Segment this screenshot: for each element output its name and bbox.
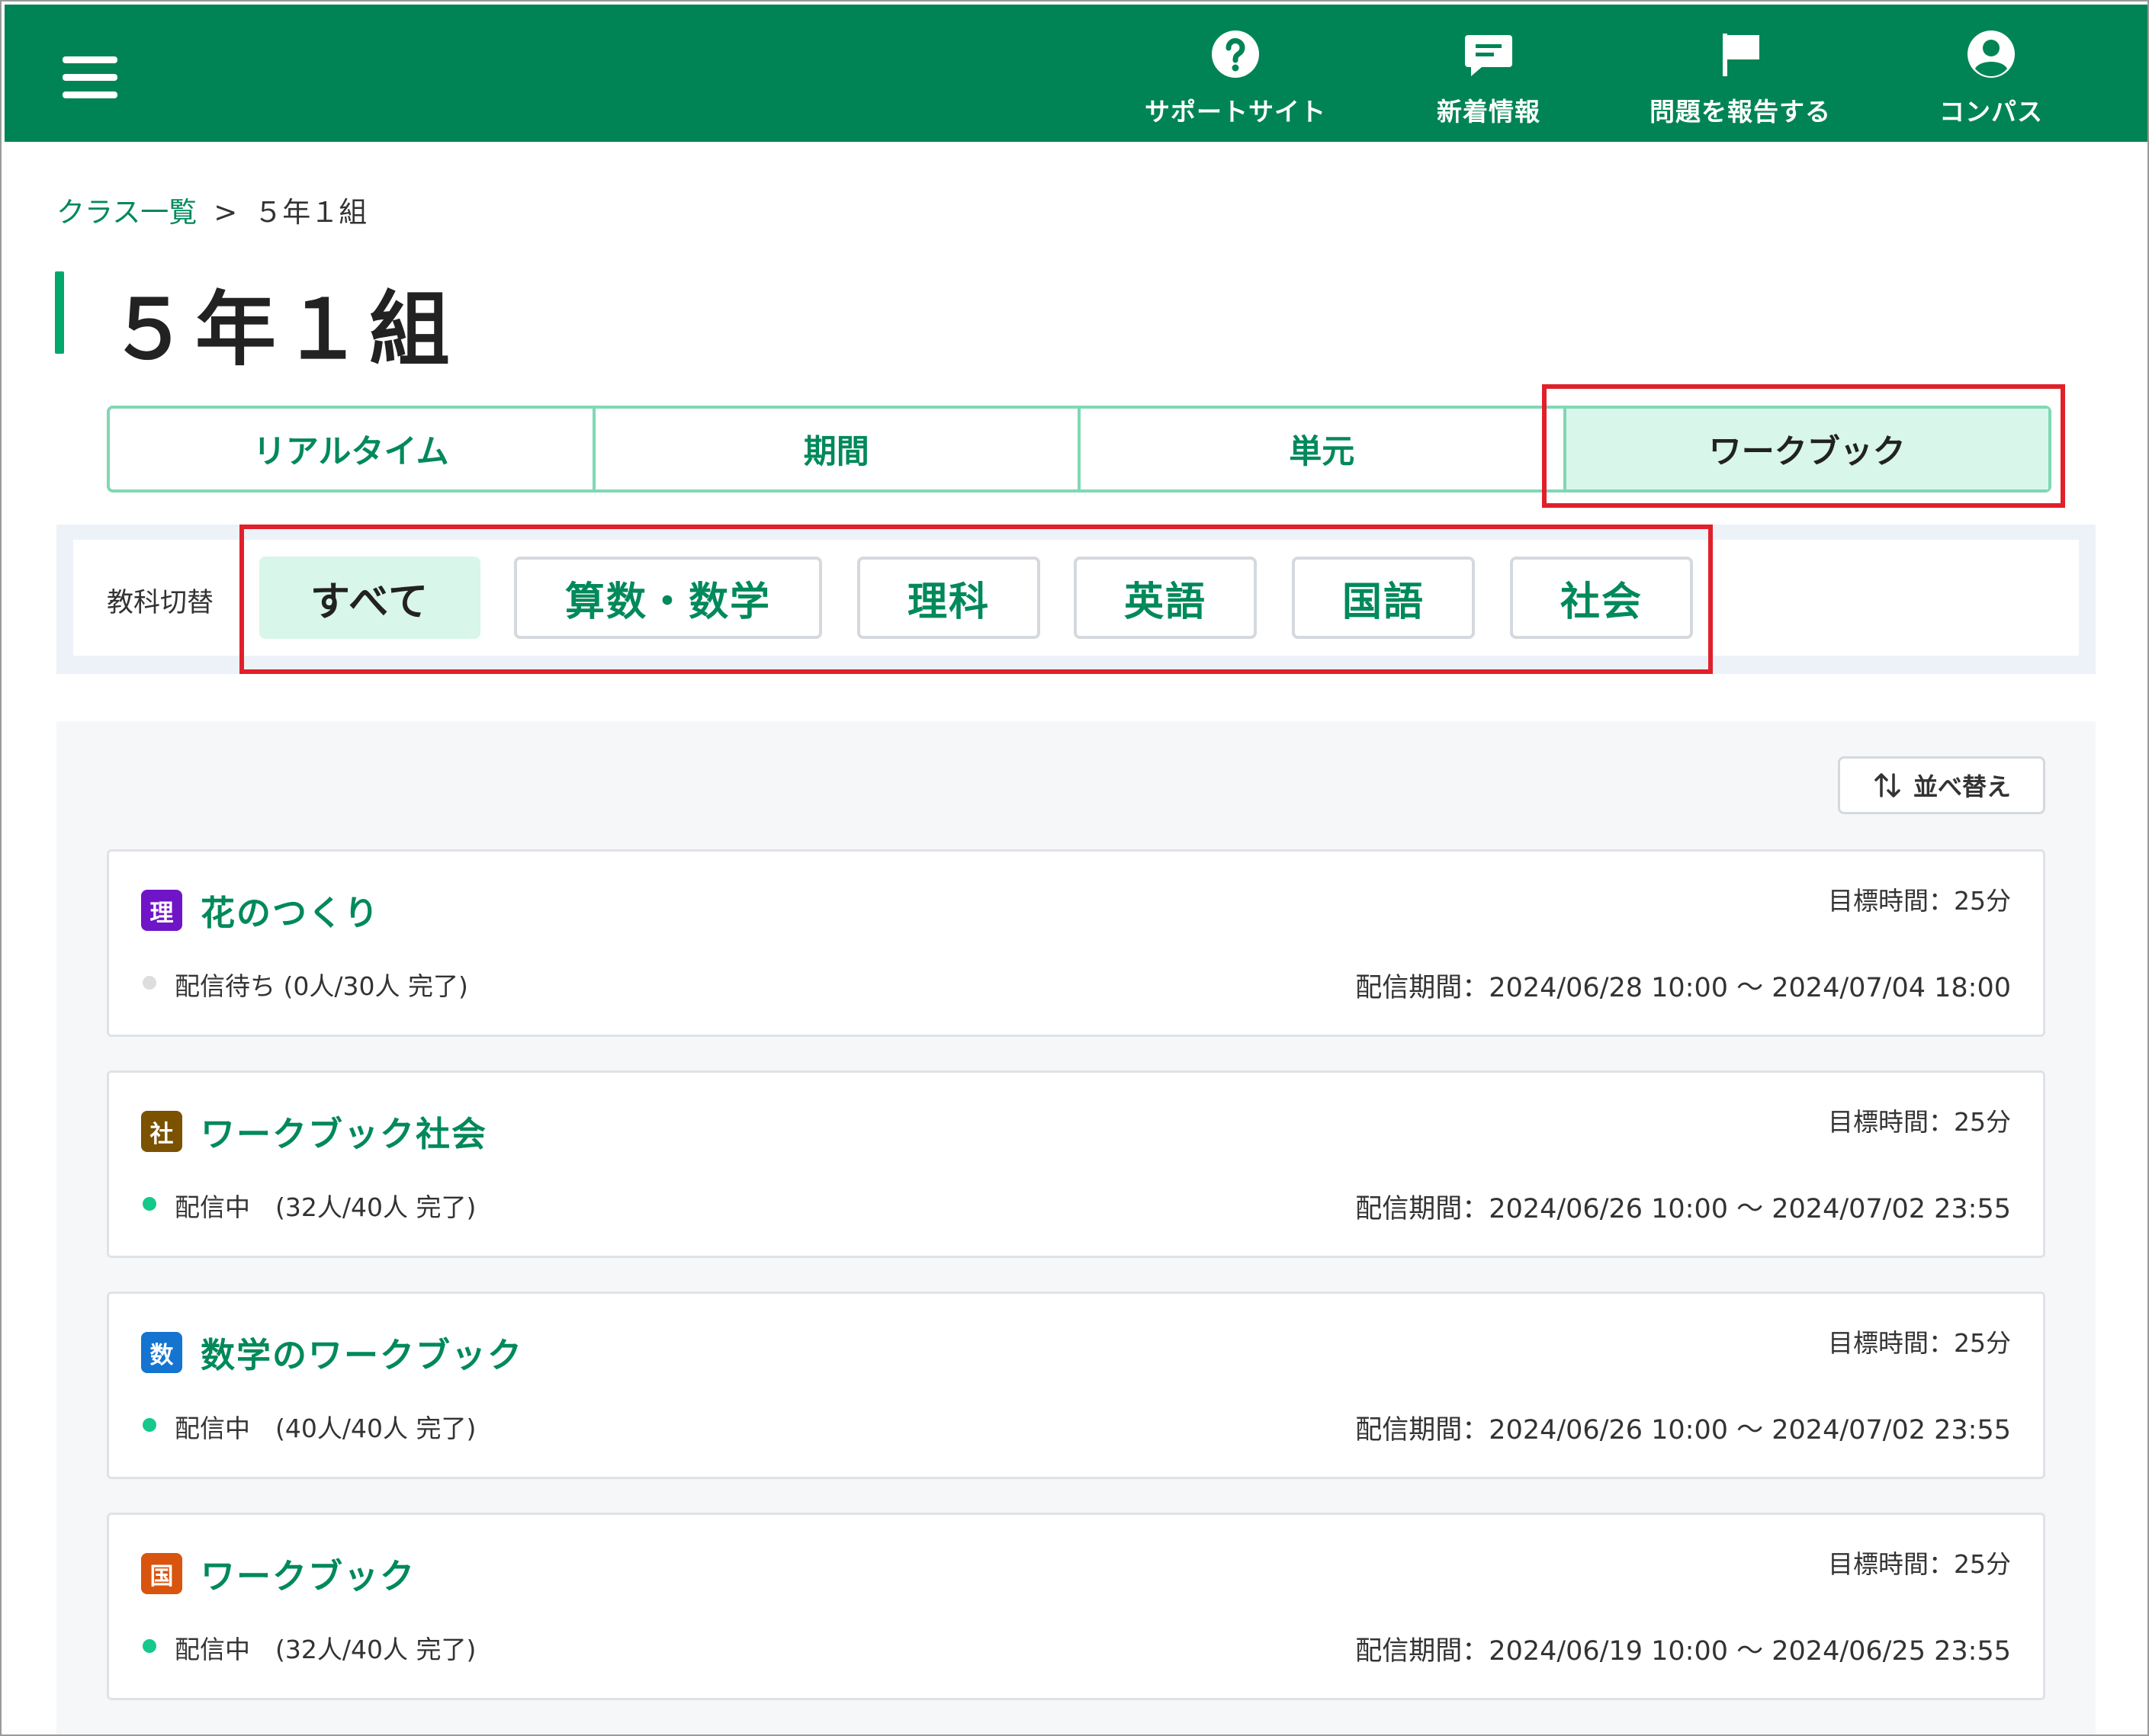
breadcrumb-separator: > [214, 196, 238, 229]
subject-chip-english[interactable]: 英語 [1074, 557, 1257, 639]
delivery-period: 配信期間：2024/06/26 10:00 〜 2024/07/02 23:55 [1355, 1415, 2011, 1446]
workbook-title[interactable]: ワークブック [201, 1548, 416, 1598]
subject-chip-science[interactable]: 理科 [857, 557, 1040, 639]
nav-support-site[interactable]: サポートサイト [1144, 27, 1327, 134]
nav-compass[interactable]: コンパス [1934, 27, 2048, 134]
breadcrumb-class-list-link[interactable]: クラス一覧 [56, 196, 197, 229]
subject-badge: 数 [141, 1332, 182, 1373]
flag-icon [1714, 27, 1767, 81]
subject-chip-math[interactable]: 算数・数学 [514, 557, 822, 639]
workbook-card[interactable]: 社 ワークブック社会 目標時間：25分 配信中 (32人/40人 完了) 配信期… [107, 1070, 2045, 1258]
help-circle-icon [1209, 27, 1262, 81]
subject-badge: 社 [141, 1111, 182, 1152]
subject-badge: 理 [141, 890, 182, 931]
breadcrumb-current: ５年１組 [254, 196, 368, 229]
breadcrumb: クラス一覧 >５年１組 [56, 189, 367, 230]
nav-news[interactable]: 新着情報 [1428, 27, 1550, 134]
delivery-status: 配信待ち (0人/30人 完了) [175, 971, 468, 1001]
delivery-period: 配信期間：2024/06/28 10:00 〜 2024/07/04 18:00 [1355, 973, 2011, 1003]
top-header: サポートサイト 新着情報 問題を報告する コンパス [5, 5, 2147, 142]
sort-button[interactable]: 並べ替え [1838, 756, 2045, 814]
hamburger-menu-icon[interactable] [63, 56, 117, 99]
workbook-card[interactable]: 国 ワークブック 目標時間：25分 配信中 (32人/40人 完了) 配信期間：… [107, 1513, 2045, 1700]
message-icon [1462, 27, 1515, 81]
subject-chip-all[interactable]: すべて [259, 557, 480, 639]
page-title: ５年１組 [108, 283, 456, 377]
delivery-status: 配信中 (32人/40人 完了) [175, 1192, 477, 1222]
nav-support-site-label: サポートサイト [1145, 97, 1326, 127]
workbook-card[interactable]: 数 数学のワークブック 目標時間：25分 配信中 (40人/40人 完了) 配信… [107, 1292, 2045, 1479]
status-dot-icon [143, 1197, 156, 1211]
status-dot-icon [143, 976, 156, 990]
nav-compass-label: コンパス [1939, 97, 2043, 127]
tab-workbook[interactable]: ワークブック [1563, 409, 2048, 489]
workbook-title[interactable]: ワークブック社会 [201, 1106, 487, 1156]
tab-unit[interactable]: 単元 [1078, 409, 1563, 489]
subject-chip-social[interactable]: 社会 [1510, 557, 1693, 639]
goal-time: 目標時間：25分 [1828, 1549, 2011, 1579]
nav-report-problem-label: 問題を報告する [1649, 97, 1831, 127]
sort-button-label: 並べ替え [1913, 772, 2011, 801]
view-tabs: リアルタイム 期間 単元 ワークブック [107, 406, 2051, 493]
subject-chip-japanese[interactable]: 国語 [1292, 557, 1475, 639]
nav-report-problem[interactable]: 問題を報告する [1641, 27, 1839, 134]
status-dot-icon [143, 1418, 156, 1432]
workbook-title[interactable]: 数学のワークブック [201, 1327, 523, 1377]
user-circle-icon [1964, 27, 2018, 81]
delivery-period: 配信期間：2024/06/19 10:00 〜 2024/06/25 23:55 [1355, 1636, 2011, 1667]
subject-filter-label: 教科切替 [107, 588, 214, 618]
sort-arrows-icon [1874, 773, 1900, 797]
app-window: サポートサイト 新着情報 問題を報告する コンパス クラス一覧 > ５年１組 ５… [0, 0, 2149, 1736]
delivery-status: 配信中 (40人/40人 完了) [175, 1414, 477, 1443]
delivery-period: 配信期間：2024/06/26 10:00 〜 2024/07/02 23:55 [1355, 1194, 2011, 1224]
workbook-title[interactable]: 花のつくり [201, 885, 380, 935]
goal-time: 目標時間：25分 [1828, 886, 2011, 916]
subject-badge: 国 [141, 1553, 182, 1594]
nav-news-label: 新着情報 [1437, 97, 1540, 127]
status-dot-icon [143, 1639, 156, 1653]
workbook-card[interactable]: 理 花のつくり 目標時間：25分 配信待ち (0人/30人 完了) 配信期間：2… [107, 849, 2045, 1037]
goal-time: 目標時間：25分 [1828, 1107, 2011, 1137]
tab-realtime[interactable]: リアルタイム [110, 409, 593, 489]
tab-period[interactable]: 期間 [592, 409, 1078, 489]
delivery-status: 配信中 (32人/40人 完了) [175, 1635, 477, 1664]
goal-time: 目標時間：25分 [1828, 1328, 2011, 1358]
title-accent-bar [55, 271, 64, 354]
